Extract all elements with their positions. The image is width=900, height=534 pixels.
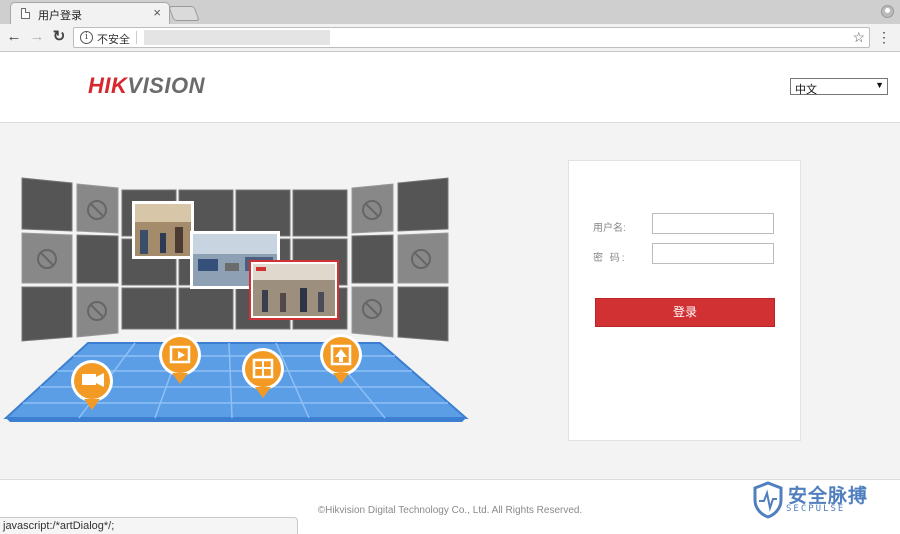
- new-tab-button[interactable]: [168, 6, 200, 21]
- back-button[interactable]: ←: [5, 28, 23, 46]
- left-video-wall: [21, 177, 119, 342]
- info-icon[interactable]: i: [80, 31, 93, 44]
- address-bar[interactable]: i 不安全 ☆: [73, 27, 870, 48]
- password-label: 密 码:: [593, 253, 627, 264]
- profile-icon[interactable]: [881, 5, 894, 18]
- address-divider: [136, 31, 137, 44]
- tab-login[interactable]: 用户登录 ×: [10, 2, 170, 24]
- tab-title: 用户登录: [38, 10, 82, 22]
- video-wall-illustration: [3, 177, 469, 422]
- password-input[interactable]: [652, 243, 774, 264]
- reload-button[interactable]: ↻: [50, 28, 68, 46]
- browser-menu-icon[interactable]: ⋮: [877, 29, 891, 45]
- right-video-wall: [351, 177, 449, 342]
- login-form: 用户名: 密 码: 登录: [568, 160, 801, 441]
- logo-vision: VISION: [127, 73, 205, 98]
- security-label[interactable]: 不安全: [97, 31, 130, 47]
- forward-button[interactable]: →: [28, 28, 46, 46]
- status-bar: javascript:/*artDialog*/;: [0, 517, 298, 534]
- language-value: 中文: [795, 84, 817, 96]
- username-input[interactable]: [652, 213, 774, 234]
- tab-bar: 用户登录 ×: [0, 0, 900, 24]
- browser-window: 用户登录 × ← → ↻ i 不安全 ☆ ⋮ HIKVISION 中文 ▼ 用户…: [0, 0, 900, 534]
- page-header: HIKVISION 中文 ▼: [0, 53, 900, 123]
- language-select[interactable]: 中文 ▼: [790, 78, 888, 96]
- bookmark-star-icon[interactable]: ☆: [852, 29, 865, 46]
- logo-hik: HIK: [88, 73, 128, 98]
- document-icon: [21, 8, 30, 19]
- chevron-down-icon: ▼: [875, 80, 884, 90]
- watermark-subtitle: SECPULSE: [786, 504, 846, 514]
- username-label: 用户名:: [593, 223, 626, 234]
- hikvision-logo: HIKVISION: [88, 73, 205, 99]
- browser-toolbar: ← → ↻ i 不安全 ☆ ⋮: [0, 24, 900, 52]
- shield-icon: [753, 481, 783, 519]
- tab-close-button[interactable]: ×: [153, 5, 161, 21]
- camera-feed-1: [132, 201, 194, 259]
- camera-feed-3-selected: [249, 260, 339, 320]
- url-redacted[interactable]: [144, 30, 330, 45]
- login-button[interactable]: 登录: [595, 298, 775, 327]
- secpulse-watermark: 安全脉搏 SECPULSE: [750, 481, 895, 521]
